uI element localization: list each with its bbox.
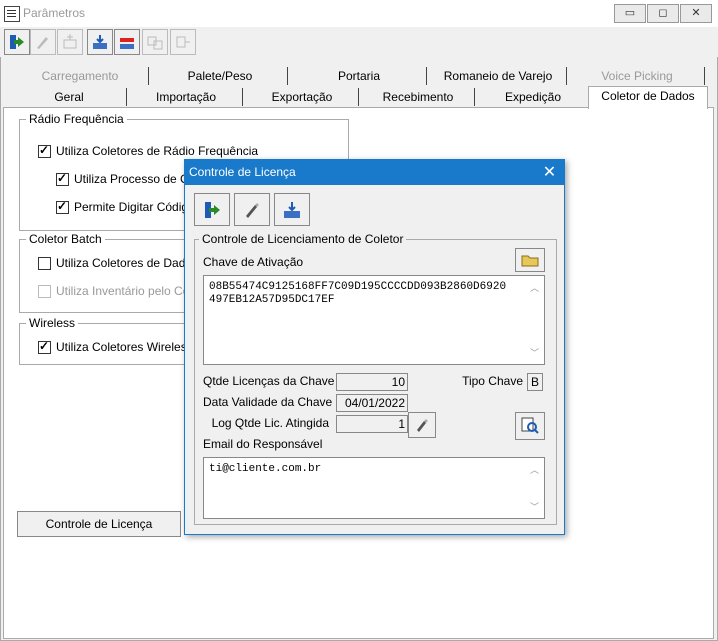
dialog-save-button[interactable]	[274, 193, 310, 226]
qty-licenses-label: Qtde Licenças da Chave	[203, 374, 335, 388]
save-icon	[93, 35, 107, 49]
scroll-up-icon[interactable]: ︿	[530, 463, 539, 476]
process-label: Utiliza Processo de Con	[74, 172, 203, 186]
tab-divider	[287, 67, 288, 85]
email-value: ti@cliente.com.br	[209, 463, 322, 475]
exit-icon	[10, 35, 24, 49]
rf-collectors-label: Utiliza Coletores de Rádio Frequência	[56, 144, 259, 158]
inventory-label: Utiliza Inventário pelo Colet	[56, 284, 203, 298]
tab-divider	[704, 67, 705, 85]
tab-portaria[interactable]: Portaria	[290, 66, 428, 87]
qty-licenses-field[interactable]: 10	[336, 373, 408, 391]
rf-collectors-checkbox[interactable]	[38, 143, 51, 158]
tab-expedicao[interactable]: Expedição	[476, 87, 590, 108]
app-icon	[4, 6, 20, 22]
licensing-group-title: Controle de Licenciamento de Coletor	[199, 232, 407, 246]
dialog-title: Controle de Licença	[189, 165, 296, 179]
pencil-icon	[37, 37, 48, 49]
tab-carregamento[interactable]: Carregamento	[10, 66, 150, 87]
tab-palete-peso[interactable]: Palete/Peso	[150, 66, 290, 87]
scroll-down-icon[interactable]: ﹀	[530, 500, 539, 513]
toolbar	[0, 27, 718, 57]
scroll-up-icon[interactable]: ︿	[530, 281, 539, 294]
process-checkbox[interactable]	[56, 171, 69, 186]
magnifier-icon	[521, 417, 539, 434]
license-dialog: Controle de Licença ✕ Controle de Licenc…	[184, 159, 565, 535]
tab-divider	[474, 88, 475, 106]
exit-button[interactable]	[4, 29, 30, 55]
activation-key-label: Chave de Ativação	[203, 255, 304, 269]
tab-geral[interactable]: Geral	[10, 87, 128, 108]
title-bar: Parâmetros ▭ ◻ ✕	[0, 0, 718, 27]
validity-field[interactable]: 04/01/2022	[336, 394, 408, 412]
folder-icon	[521, 255, 539, 267]
tab-recebimento[interactable]: Recebimento	[360, 87, 476, 108]
log-qty-field[interactable]: 1	[336, 415, 408, 433]
log-qty-label: Log Qtde Lic. Atingida	[211, 416, 329, 430]
wireless-checkbox[interactable]	[38, 339, 51, 354]
save-button[interactable]	[87, 29, 113, 55]
data-collectors-checkbox[interactable]	[38, 257, 51, 270]
delete-icon	[120, 38, 134, 49]
copy-icon	[147, 36, 163, 50]
log-edit-button[interactable]	[408, 412, 436, 438]
close-button[interactable]: ✕	[680, 4, 712, 23]
maximize-button[interactable]: ◻	[647, 4, 679, 23]
key-type-field[interactable]: B	[527, 373, 543, 391]
dialog-title-bar: Controle de Licença ✕	[185, 160, 564, 185]
dialog-edit-button[interactable]	[234, 193, 270, 226]
inventory-checkbox[interactable]	[38, 285, 51, 298]
pencil-icon	[417, 419, 428, 432]
copy-button[interactable]	[142, 29, 168, 55]
add-icon	[63, 34, 77, 49]
activation-key-field[interactable]: 08B55474C9125168FF7C09D195CCCCDD093B2860…	[203, 275, 545, 365]
dialog-close-button[interactable]: ✕	[535, 160, 564, 185]
pencil-icon	[246, 202, 259, 218]
tab-romaneio-varejo[interactable]: Romaneio de Varejo	[428, 66, 568, 87]
view-log-button[interactable]	[515, 412, 545, 440]
type-code-checkbox[interactable]	[56, 199, 69, 214]
license-control-button[interactable]: Controle de Licença	[17, 511, 181, 537]
move-icon	[176, 36, 190, 48]
activation-key-line2: 497EB12A57D95DC17EF	[209, 294, 335, 306]
tab-divider	[126, 88, 127, 106]
tab-coletor-dados[interactable]: Coletor de Dados	[588, 86, 708, 109]
move-button[interactable]	[170, 29, 196, 55]
tab-divider	[242, 88, 243, 106]
tab-importacao[interactable]: Importação	[128, 87, 244, 108]
delete-button[interactable]	[114, 29, 140, 55]
window-title: Parâmetros	[23, 6, 86, 20]
add-button[interactable]	[57, 29, 83, 55]
radio-frequency-title: Rádio Frequência	[26, 112, 127, 126]
key-type-label: Tipo Chave	[462, 374, 523, 388]
tab-divider	[426, 67, 427, 85]
edit-button[interactable]	[30, 29, 56, 55]
tab-voice-picking[interactable]: Voice Picking	[568, 66, 706, 87]
minimize-button[interactable]: ▭	[614, 4, 646, 23]
wireless-title: Wireless	[26, 316, 79, 330]
wireless-label: Utiliza Coletores Wireless	[56, 340, 193, 354]
email-label: Email do Responsável	[203, 437, 323, 451]
scroll-down-icon[interactable]: ﹀	[530, 346, 539, 359]
exit-icon	[205, 201, 220, 218]
save-icon	[284, 201, 300, 218]
validity-label: Data Validade da Chave	[203, 395, 333, 409]
open-file-button[interactable]	[515, 248, 545, 272]
email-field[interactable]: ti@cliente.com.br ︿ ﹀	[203, 457, 545, 519]
tab-divider	[566, 67, 567, 85]
data-collectors-label: Utiliza Coletores de Dados	[56, 256, 199, 270]
tab-exportacao[interactable]: Exportação	[244, 87, 360, 108]
dialog-exit-button[interactable]	[194, 193, 230, 226]
tab-divider	[148, 67, 149, 85]
tab-divider	[358, 88, 359, 106]
batch-title: Coletor Batch	[26, 232, 105, 246]
activation-key-line1: 08B55474C9125168FF7C09D195CCCCDD093B2860…	[209, 281, 507, 293]
